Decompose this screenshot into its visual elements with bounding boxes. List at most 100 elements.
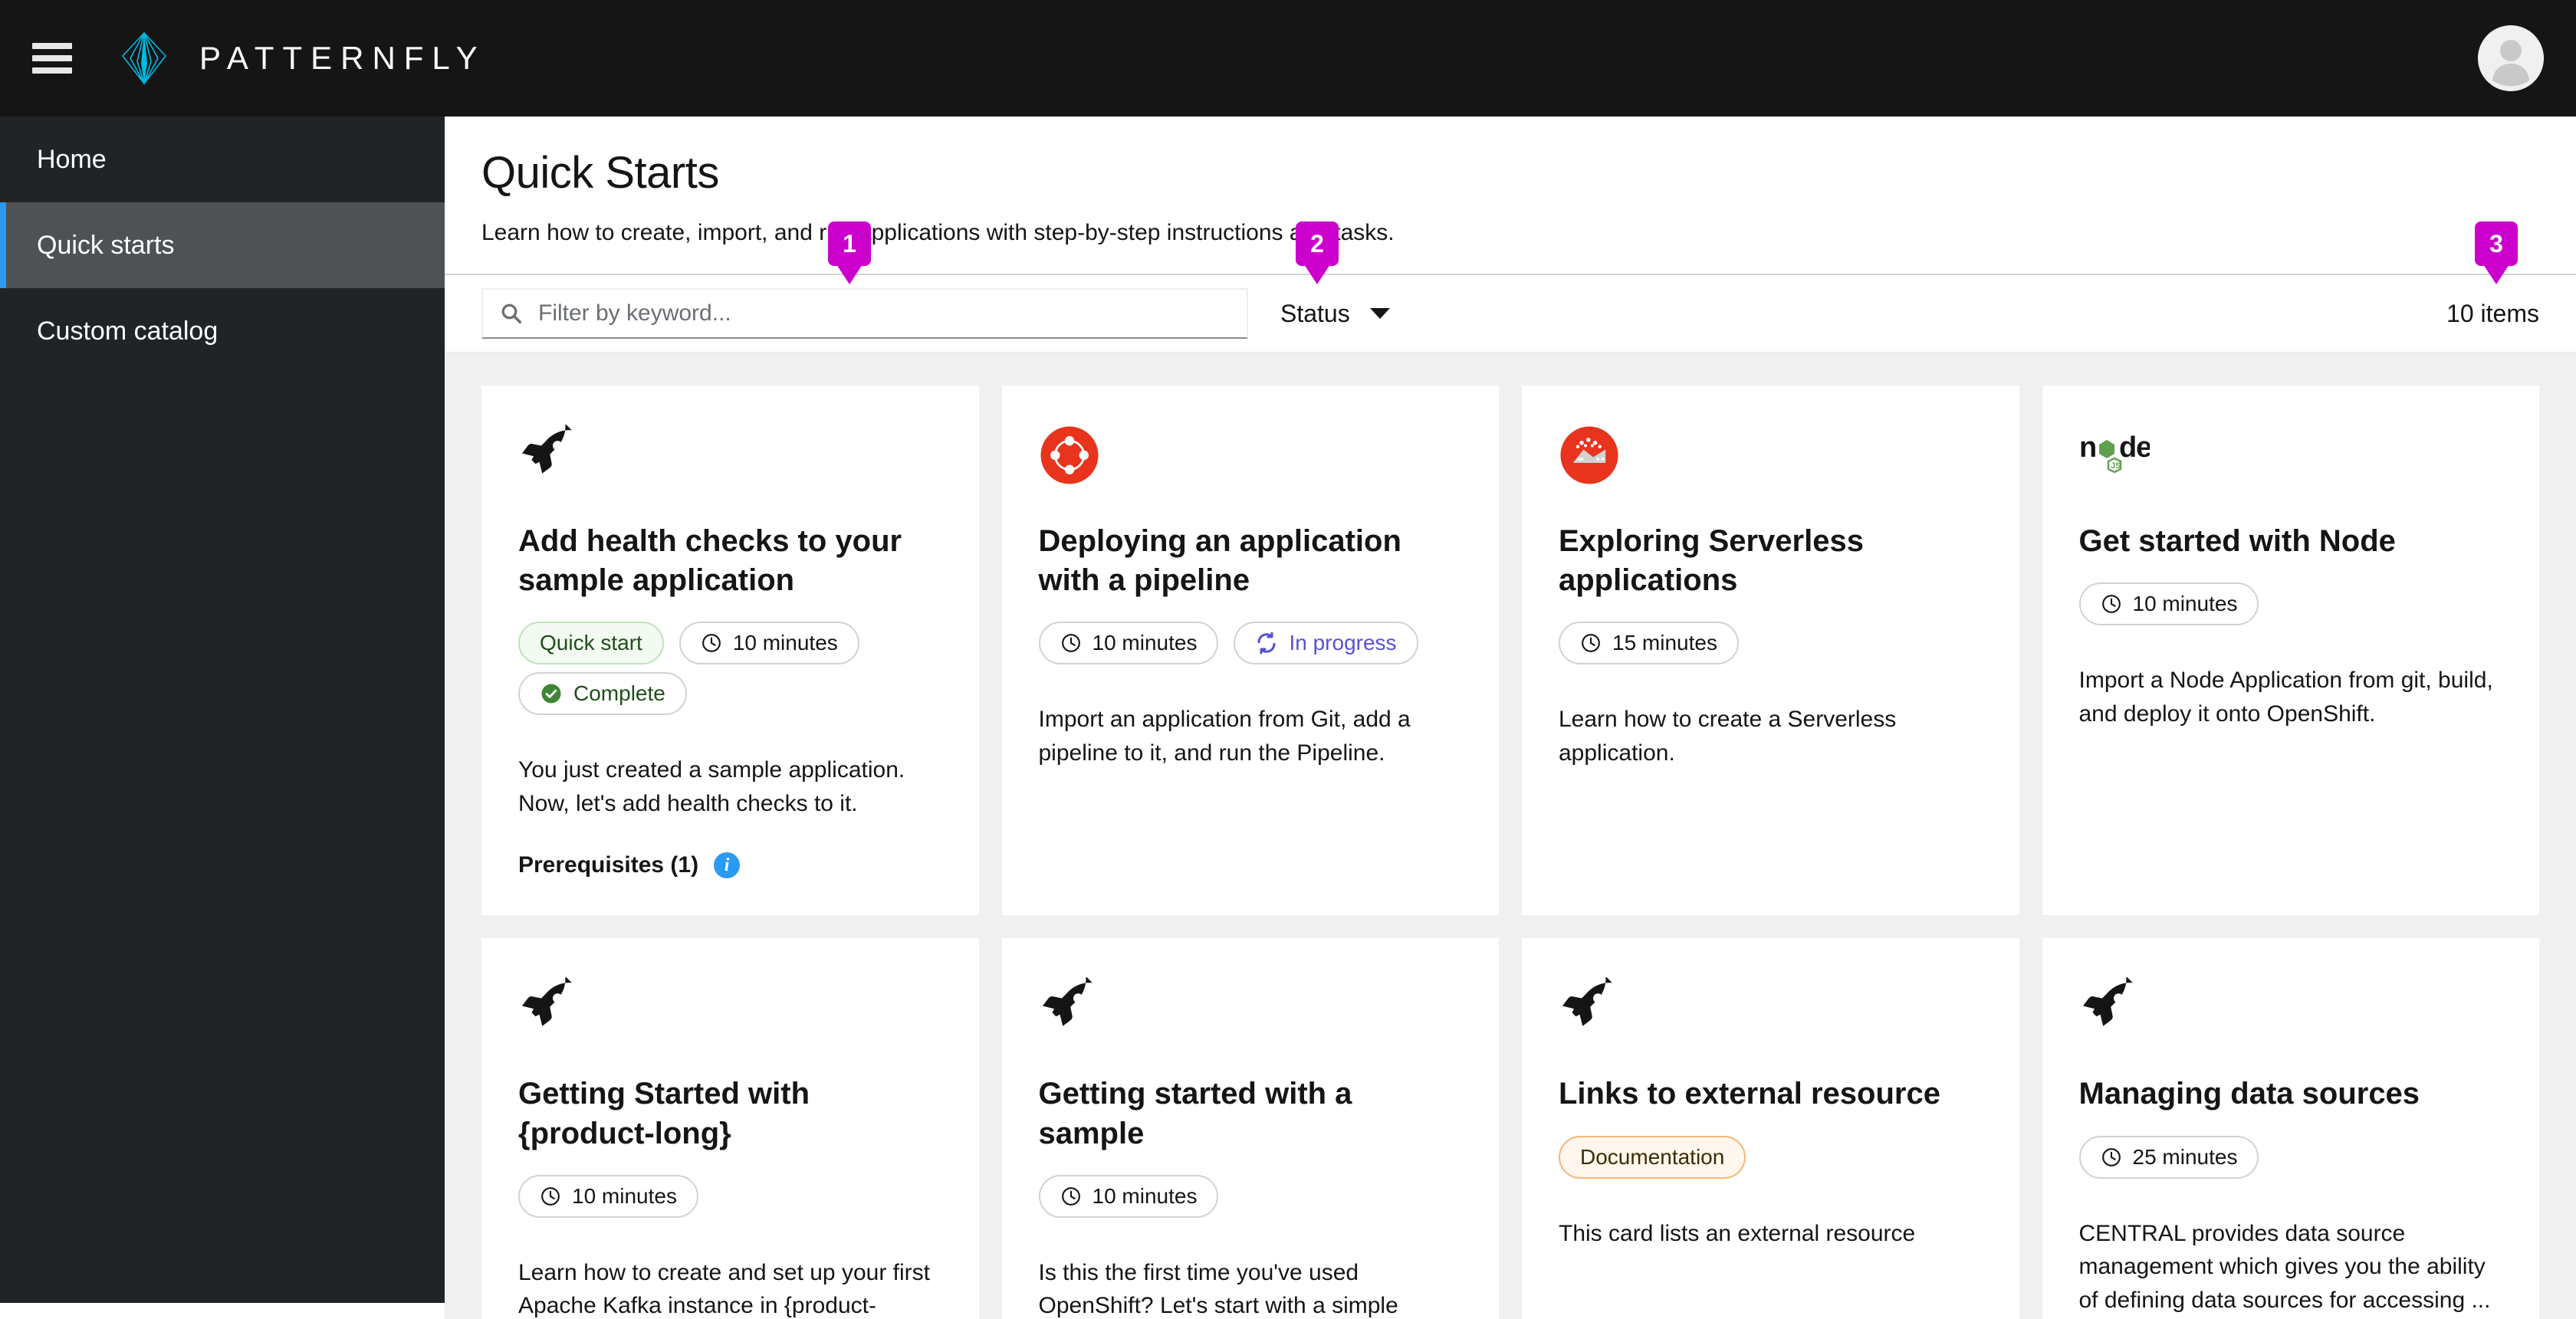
nodejs-icon: n d e JS — [2079, 422, 2503, 488]
svg-text:JS: JS — [2111, 461, 2121, 471]
user-avatar-icon — [2478, 25, 2544, 91]
label-duration-text: 10 minutes — [732, 631, 838, 655]
main-content: Quick Starts Learn how to create, import… — [445, 116, 2576, 1319]
label-duration-text: 10 minutes — [572, 1183, 677, 1208]
card-description: You just created a sample application. N… — [518, 757, 905, 816]
hamburger-bar — [32, 67, 72, 74]
label-quick-start: Quick start — [518, 622, 664, 665]
brand-text: PATTERNFLY — [199, 40, 486, 76]
patternfly-logo-icon — [121, 31, 167, 86]
svg-text:n: n — [2079, 431, 2097, 464]
clock-icon — [1061, 1186, 1080, 1206]
sidebar-item-label: Home — [37, 144, 107, 174]
card-description: Import a Node Application from git, buil… — [2078, 668, 2493, 727]
check-circle-icon — [541, 684, 561, 704]
chevron-down-icon — [1369, 308, 1390, 319]
card-title: Managing data sources — [2078, 1077, 2420, 1111]
quick-start-card[interactable]: Getting started with a sample 10 minutes… — [1001, 938, 1499, 1319]
label-duration-text: 10 minutes — [2132, 592, 2238, 616]
search-icon — [501, 304, 521, 323]
sidebar-item-label: Custom catalog — [37, 316, 219, 346]
rocket-icon — [518, 975, 942, 1041]
annotation-marker-3: 3 — [2475, 221, 2518, 266]
label-status-in-progress: In progress — [1234, 622, 1418, 665]
svg-text:e: e — [2136, 431, 2150, 464]
card-title: Get started with Node — [2078, 524, 2396, 558]
status-filter-dropdown[interactable]: Status — [1280, 300, 1390, 328]
rocket-icon — [2079, 975, 2503, 1041]
card-description: Learn how to create a Serverless applica… — [1559, 707, 1897, 766]
card-labels: 10 minutes In progress — [1038, 622, 1463, 665]
quick-starts-grid-area: Add health checks to your sample applica… — [445, 353, 2576, 1319]
search-box[interactable] — [481, 288, 1248, 339]
quick-start-card[interactable]: Add health checks to your sample applica… — [481, 386, 979, 916]
label-duration: 25 minutes — [2078, 1135, 2259, 1179]
label-status-text: Complete — [573, 681, 665, 706]
annotation-marker-1: 1 — [828, 221, 871, 266]
card-prerequisites-label: Prerequisites (1) — [518, 852, 699, 878]
quick-start-card[interactable]: Deploying an application with a pipeline… — [1001, 386, 1499, 916]
info-icon[interactable]: i — [714, 852, 741, 879]
card-labels: Documentation — [1559, 1135, 1983, 1179]
clock-icon — [2101, 1147, 2121, 1166]
quick-start-card[interactable]: Exploring Serverless applications 15 min… — [1522, 386, 2019, 916]
card-description: Is this the first time you've used OpenS… — [1038, 1259, 1398, 1319]
clock-icon — [2101, 595, 2121, 614]
label-duration-text: 15 minutes — [1612, 631, 1717, 655]
serverless-icon — [1559, 422, 1983, 488]
card-labels: 25 minutes — [2078, 1135, 2503, 1179]
label-duration: 10 minutes — [518, 1174, 698, 1218]
label-duration: 15 minutes — [1559, 622, 1739, 665]
sidebar-item-quick-starts[interactable]: Quick starts — [0, 202, 445, 288]
status-filter-label: Status — [1280, 299, 1350, 327]
card-title: Links to external resource — [1559, 1077, 1940, 1111]
quick-start-card[interactable]: Links to external resource Documentation… — [1522, 938, 2019, 1319]
card-title: Getting Started with {product-long} — [518, 1077, 810, 1150]
sidebar-item-custom-catalog[interactable]: Custom catalog — [0, 288, 445, 374]
label-documentation: Documentation — [1559, 1135, 1746, 1179]
card-labels: 10 minutes — [2078, 582, 2503, 626]
label-duration: 10 minutes — [2078, 582, 2259, 626]
label-duration-text: 25 minutes — [2132, 1144, 2238, 1169]
label-duration-text: 10 minutes — [1092, 631, 1198, 655]
label-duration: 10 minutes — [1038, 622, 1219, 665]
rocket-icon — [1559, 975, 1983, 1041]
search-input[interactable] — [538, 300, 1230, 326]
avatar[interactable] — [2478, 25, 2544, 91]
sidebar-item-home[interactable]: Home — [0, 116, 445, 202]
rocket-icon — [518, 422, 942, 488]
annotation-marker-2: 2 — [1296, 221, 1339, 266]
page-subtitle: Learn how to create, import, and run app… — [481, 220, 1395, 245]
masthead: PATTERNFLY — [0, 0, 2576, 116]
quick-start-card[interactable]: n d e JS Get started with Node 10 minute… — [2042, 386, 2539, 916]
card-labels: Quick start 10 minutes — [518, 622, 942, 665]
card-description: Import an application from Git, add a pi… — [1038, 707, 1411, 766]
card-labels: 10 minutes — [1038, 1174, 1463, 1218]
card-title: Getting started with a sample — [1038, 1077, 1352, 1150]
card-status-labels: Complete — [518, 672, 942, 716]
label-duration: 10 minutes — [678, 622, 859, 665]
label-status-text: In progress — [1289, 631, 1397, 655]
hamburger-bar — [32, 43, 72, 49]
page-header: Quick Starts Learn how to create, import… — [445, 116, 2576, 246]
clock-icon — [702, 634, 721, 653]
quick-starts-grid: Add health checks to your sample applica… — [481, 386, 2539, 1319]
label-status-complete: Complete — [518, 672, 687, 716]
label-duration-text: 10 minutes — [1092, 1183, 1198, 1208]
items-count: 10 items — [2446, 299, 2539, 327]
card-title: Add health checks to your sample applica… — [518, 524, 902, 598]
quick-start-card[interactable]: Getting Started with {product-long} 10 m… — [481, 938, 979, 1319]
card-description: This card lists an external resource — [1559, 1220, 1916, 1246]
sidebar-item-label: Quick starts — [37, 230, 175, 260]
svg-text:d: d — [2119, 431, 2137, 464]
toolbar: Status 10 items 1 2 3 — [445, 221, 2576, 353]
page-title: Quick Starts — [481, 148, 719, 198]
card-title: Exploring Serverless applications — [1559, 524, 1864, 598]
card-description: Learn how to create and set up your firs… — [518, 1259, 930, 1319]
pipeline-icon — [1039, 422, 1463, 488]
quick-start-card[interactable]: Managing data sources 25 minutes CENTRAL… — [2042, 938, 2539, 1319]
card-prerequisites[interactable]: Prerequisites (1) i — [518, 852, 942, 879]
clock-icon — [541, 1186, 560, 1206]
hamburger-icon[interactable] — [32, 43, 72, 74]
brand[interactable]: PATTERNFLY — [120, 31, 486, 86]
